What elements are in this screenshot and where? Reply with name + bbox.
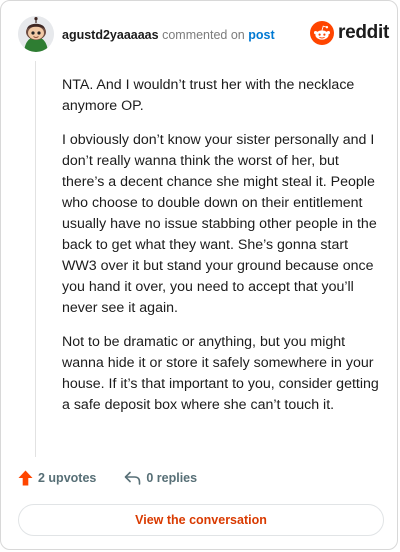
comment-embed-card: agustd2yaaaaas commented on post reddit …	[0, 0, 398, 550]
comment-paragraph: I obviously don’t know your sister perso…	[62, 132, 377, 316]
upvote-arrow-icon	[18, 470, 33, 486]
reddit-snoo-icon	[310, 21, 334, 45]
comment-body: NTA. And I wouldn’t trust her with the n…	[62, 75, 380, 429]
upvote-button[interactable]: 2 upvotes	[18, 470, 96, 486]
reply-arrow-icon	[125, 471, 141, 485]
replies-count: 0 replies	[146, 471, 198, 485]
commented-on-text: commented on	[162, 28, 245, 42]
comment-meta: agustd2yaaaaas commented on post	[62, 27, 275, 43]
comment-paragraph: Not to be dramatic or anything, but you …	[62, 334, 379, 413]
user-avatar[interactable]	[18, 16, 54, 52]
reddit-logo[interactable]: reddit	[310, 21, 389, 45]
thread-line	[35, 61, 36, 457]
reddit-wordmark: reddit	[338, 22, 389, 43]
upvotes-count: 2 upvotes	[38, 471, 97, 485]
username-link[interactable]: agustd2yaaaaas	[62, 28, 159, 42]
view-conversation-button[interactable]: View the conversation	[18, 504, 384, 536]
post-link[interactable]: post	[248, 28, 274, 42]
comment-paragraph: NTA. And I wouldn’t trust her with the n…	[62, 77, 355, 114]
replies-button[interactable]: 0 replies	[124, 471, 197, 485]
comment-actions: 2 upvotes 0 replies	[18, 470, 197, 486]
avatar-snoo-icon	[18, 16, 54, 52]
